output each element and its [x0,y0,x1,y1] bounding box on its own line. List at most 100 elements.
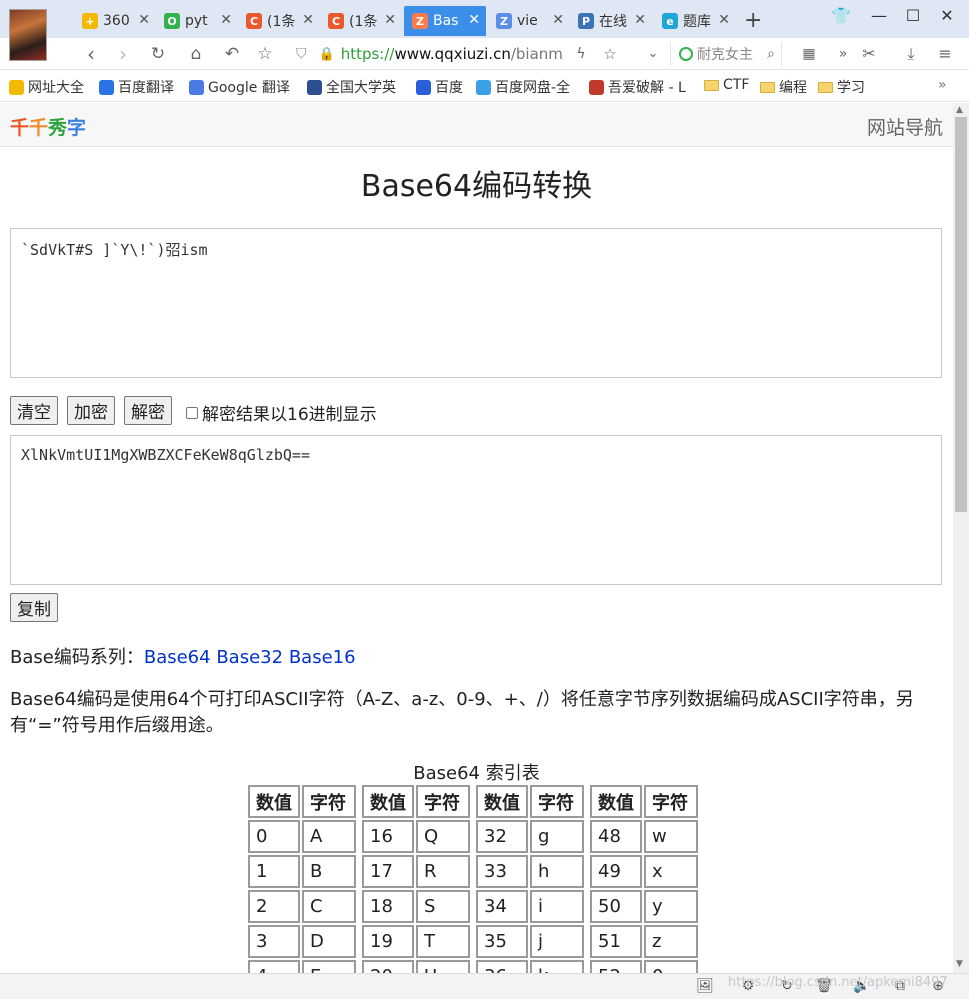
bookmark-item[interactable]: 百度网盘-全 [476,77,570,97]
clear-button[interactable]: 清空 [10,396,58,425]
bookmarks-more-icon[interactable]: » [938,77,947,93]
browser-tab[interactable]: +360 ✕ [74,6,156,36]
browser-tab[interactable]: P 在线 ✕ [570,6,652,36]
header-value: 数值 [248,785,300,818]
tab-label: 360 [103,13,130,29]
bookmark-favicon-icon [589,79,604,95]
bookmark-item[interactable]: 吾爱破解 - L [589,77,686,97]
favorite-star-icon[interactable]: ☆ [252,41,278,67]
input-textarea[interactable]: `SdVkT#S ]`Y\!`)弨ism [10,228,942,378]
tab-close-icon[interactable]: ✕ [384,12,396,28]
more-chevron-icon[interactable]: » [830,41,856,67]
tab-close-icon[interactable]: ✕ [302,12,314,28]
bookmark-item[interactable]: 网址大全 [9,77,84,97]
search-icon[interactable]: ⌕ [767,46,775,62]
table-cell-char: 0 [644,960,698,973]
bookmark-item[interactable]: 百度 [416,77,463,97]
base-series-line: Base编码系列：Base64 Base32 Base16 [10,643,356,669]
table-cell-char: C [302,890,356,923]
browser-tab[interactable]: Opyt ✕ [156,6,238,36]
site-navigation-link[interactable]: 网站导航 [867,113,943,140]
logo-char-4: 字 [67,117,87,139]
header-value: 数值 [590,785,642,818]
tab-close-icon[interactable]: ✕ [220,12,232,28]
image-icon[interactable]: 🖼 [696,978,714,996]
scroll-up-icon[interactable]: ▲ [956,105,963,115]
bookmarks-bar: 网址大全 百度翻译 Google 翻译 全国大学英 百度 百度网盘-全 吾爱破解 - L CT… [0,71,969,102]
apps-grid-icon[interactable]: ▦ [796,41,822,67]
table-cell-value: 52 [590,960,642,973]
skin-icon[interactable]: 👕 [826,6,856,25]
scroll-down-icon[interactable]: ▼ [956,959,963,969]
bookmark-label: 百度网盘-全 [495,80,571,96]
forward-icon[interactable]: › [110,41,136,67]
table-cell-char: h [530,855,584,888]
page-content: 千千秀字 网站导航 Base64编码转换 `SdVkT#S ]`Y\!`)弨is… [0,103,953,973]
search-engine-icon [679,47,693,61]
scrollbar-thumb[interactable] [955,117,967,512]
scissors-icon[interactable]: ✂ [856,41,882,67]
copy-button[interactable]: 复制 [10,593,58,622]
address-bar: ‹ › ↻ ⌂ ↶ ☆ ⛉ 🔒 https://www.qqxiuzi.cn/b… [0,38,969,70]
bookmark-star-icon[interactable]: ☆ [597,41,623,67]
table-cell-value: 32 [476,820,528,853]
bookmark-folder[interactable]: 编程 [760,77,807,97]
new-tab-button[interactable]: + [744,8,762,33]
bookmark-item[interactable]: Google 翻译 [189,77,290,97]
bookmark-folder[interactable]: CTF [704,77,749,93]
table-cell-value: 34 [476,890,528,923]
browser-tab[interactable]: C (1条 ✕ [320,6,402,36]
browser-tab[interactable]: e 题库 ✕ [654,6,736,36]
tab-bar: +360 ✕ Opyt ✕ C (1条 ✕ C (1条 ✕ Z Bas ✕ Zvie ✕ P 在线 ✕ e 题库 ✕ +… [0,0,969,38]
base16-link[interactable]: Base16 [289,647,356,668]
tab-favicon-icon: e [662,13,678,29]
table-header-row: 数值 字符 数值 字符 数值 字符 数值 字符 [248,785,698,818]
bookmark-item[interactable]: 全国大学英 [307,77,396,97]
bookmark-label: 全国大学英 [326,80,396,96]
tab-close-icon[interactable]: ✕ [552,12,564,28]
bookmark-favicon-icon [9,79,24,95]
output-textarea[interactable]: XlNkVmtUI1MgXWBZXCFeKeW8qGlzbQ== [10,435,942,585]
home-icon[interactable]: ⌂ [183,41,209,67]
decode-button[interactable]: 解密 [124,396,172,425]
chevron-down-icon[interactable]: ⌄ [640,41,666,67]
table-cell-char: z [644,925,698,958]
table-cell-value: 17 [362,855,414,888]
site-header: 千千秀字 网站导航 [0,103,953,147]
browser-tab[interactable]: C (1条 ✕ [238,6,320,36]
header-char: 字符 [302,785,356,818]
table-cell-value: 35 [476,925,528,958]
tab-label: (1条 [349,14,378,30]
bookmark-item[interactable]: 百度翻译 [99,77,174,97]
tab-close-icon[interactable]: ✕ [634,12,646,28]
undo-close-icon[interactable]: ↶ [219,41,245,67]
bookmark-folder[interactable]: 学习 [818,77,865,97]
site-logo[interactable]: 千千秀字 [10,113,86,140]
tab-close-icon[interactable]: ✕ [138,12,150,28]
hex-display-option[interactable]: 解密结果以16进制显示 [186,400,377,425]
tab-favicon-icon: Z [496,13,512,29]
browser-tab[interactable]: Z Bas ✕ [404,6,486,36]
menu-icon[interactable]: ≡ [932,41,958,67]
base32-link[interactable]: Base32 [216,647,283,668]
hex-checkbox[interactable] [186,406,198,419]
browser-tab[interactable]: Zvie ✕ [488,6,570,36]
bookmark-label: CTF [723,77,750,93]
reload-icon[interactable]: ↻ [145,41,171,67]
maximize-button[interactable]: ☐ [898,6,928,25]
table-cell-char: y [644,890,698,923]
vertical-scrollbar[interactable]: ▲ ▼ [953,103,969,973]
tab-close-icon[interactable]: ✕ [718,12,730,28]
tab-close-icon[interactable]: ✕ [468,12,480,28]
minimize-button[interactable]: — [864,6,894,25]
tab-favicon-icon: C [246,13,262,29]
tab-label: 在线 [599,14,627,30]
search-input[interactable]: 耐克女主 ⌕ [670,42,782,66]
download-icon[interactable]: ⤓ [898,41,924,67]
user-avatar[interactable] [9,9,47,61]
encode-button[interactable]: 加密 [67,396,115,425]
lightning-icon[interactable]: ϟ [568,41,594,67]
base64-link[interactable]: Base64 [144,647,211,668]
back-icon[interactable]: ‹ [78,41,104,67]
close-window-button[interactable]: ✕ [932,6,962,25]
